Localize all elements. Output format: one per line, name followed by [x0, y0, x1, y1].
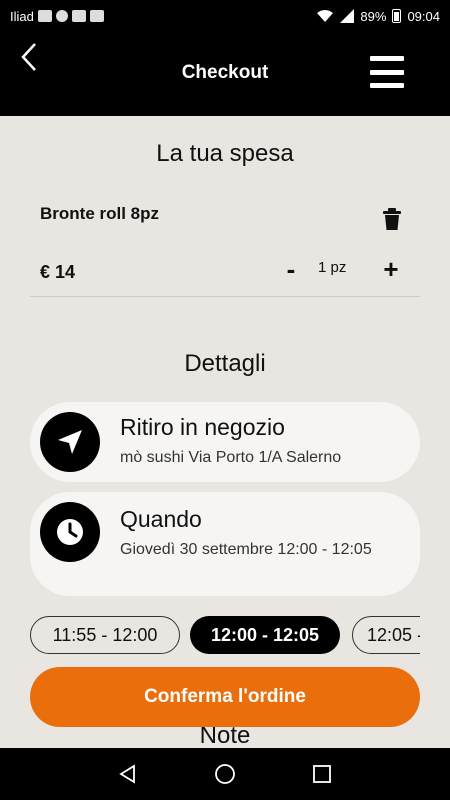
navigation-arrow-icon [40, 412, 100, 472]
confirm-order-button[interactable]: Conferma l'ordine [30, 667, 420, 727]
clock-icon [40, 502, 100, 562]
time-slot[interactable]: 12:05 - 12:10 [352, 616, 420, 654]
increase-quantity-button[interactable]: + [380, 254, 402, 285]
app-bar: Checkout [0, 32, 450, 116]
when-title: Quando [120, 506, 202, 532]
carrier-label: Iliad [10, 8, 34, 24]
divider [30, 296, 420, 297]
home-circle-icon[interactable] [214, 763, 236, 785]
clock-time: 09:04 [407, 8, 440, 24]
cart-item-name: Bronte roll 8pz [40, 204, 160, 223]
battery-icon [392, 9, 402, 23]
pickup-card[interactable]: Ritiro in negozio mò sushi Via Porto 1/A… [30, 402, 420, 482]
cloud-icon [71, 10, 86, 22]
time-slot-list[interactable]: 11:55 - 12:00 12:00 - 12:05 12:05 - 12:1… [30, 616, 420, 656]
when-datetime: Giovedì 30 settembre 12:00 - 12:05 [120, 541, 372, 558]
battery-percent: 89% [360, 8, 387, 24]
notification-icon [55, 10, 68, 22]
pickup-address: mò sushi Via Porto 1/A Salerno [120, 449, 342, 466]
checkout-content[interactable]: La tua spesa Bronte roll 8pz € 14 - 1 pz… [0, 116, 450, 748]
decrease-quantity-button[interactable]: - [282, 254, 300, 285]
wifi-icon [317, 10, 334, 22]
back-triangle-icon[interactable] [118, 764, 138, 784]
hamburger-menu-icon[interactable] [370, 56, 404, 88]
details-section-title: Dettagli [184, 350, 266, 377]
system-nav-bar [0, 748, 450, 800]
quantity-value: 1 pz [318, 259, 347, 276]
trash-icon[interactable] [382, 208, 402, 230]
time-slot-selected[interactable]: 12:00 - 12:05 [190, 616, 340, 654]
pickup-title: Ritiro in negozio [120, 414, 285, 440]
cart-item-price: € 14 [40, 262, 76, 282]
recents-square-icon[interactable] [312, 764, 332, 784]
signal-icon [340, 9, 355, 23]
youtube-icon [89, 10, 104, 22]
status-bar: Iliad 89% 09:04 [0, 0, 450, 32]
cart-section-title: La tua spesa [156, 140, 294, 167]
notification-icon [37, 10, 52, 22]
when-card[interactable]: Quando Giovedì 30 settembre 12:00 - 12:0… [30, 492, 420, 596]
time-slot[interactable]: 11:55 - 12:00 [30, 616, 180, 654]
